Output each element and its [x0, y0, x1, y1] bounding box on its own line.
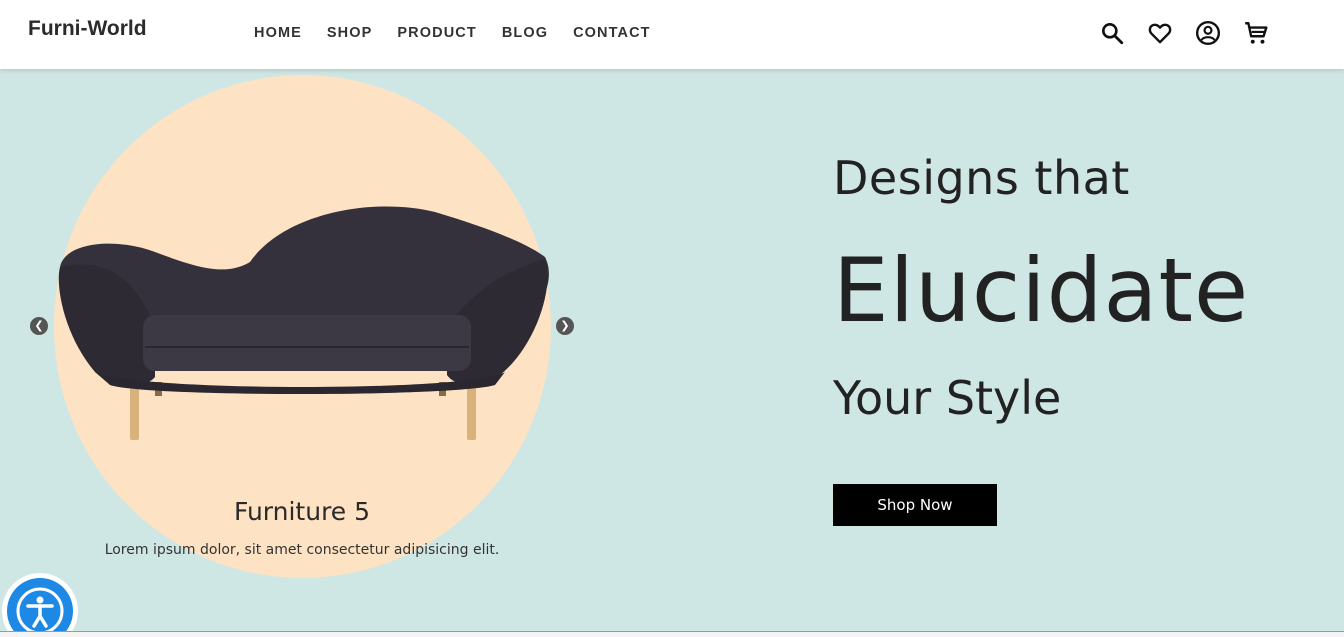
nav-link-blog[interactable]: BLOG: [502, 25, 548, 41]
hero-headline-line2: Elucidate: [833, 239, 1250, 342]
brand-logo[interactable]: Furni-World: [28, 17, 147, 41]
hero-headline-line1: Designs that: [833, 151, 1130, 205]
hero-headline-line3: Your Style: [833, 371, 1062, 425]
accessibility-icon: [7, 578, 73, 637]
search-icon[interactable]: [1099, 20, 1125, 46]
carousel-caption-text: Lorem ipsum dolor, sit amet consectetur …: [104, 542, 500, 558]
navbar: Furni-World HOME SHOP PRODUCT BLOG CONTA…: [0, 0, 1344, 69]
page-bottom-border: [0, 631, 1344, 637]
shop-now-button[interactable]: Shop Now: [833, 484, 997, 526]
heart-icon[interactable]: [1147, 20, 1173, 46]
hero-section: ❮ ❯ Furniture 5 Lorem ipsum dolor, sit a…: [0, 69, 1344, 631]
user-icon[interactable]: [1195, 20, 1221, 46]
nav-link-product[interactable]: PRODUCT: [397, 25, 476, 41]
nav-links: HOME SHOP PRODUCT BLOG CONTACT: [254, 25, 676, 41]
sofa-image: [58, 206, 549, 440]
nav-icons: [1099, 20, 1291, 46]
nav-link-contact[interactable]: CONTACT: [573, 25, 651, 41]
nav-link-shop[interactable]: SHOP: [327, 25, 373, 41]
carousel-caption-title: Furniture 5: [233, 497, 371, 526]
carousel-next-icon[interactable]: ❯: [556, 317, 574, 335]
cart-icon[interactable]: [1243, 20, 1269, 46]
nav-link-home[interactable]: HOME: [254, 25, 302, 41]
carousel-prev-icon[interactable]: ❮: [30, 317, 48, 335]
